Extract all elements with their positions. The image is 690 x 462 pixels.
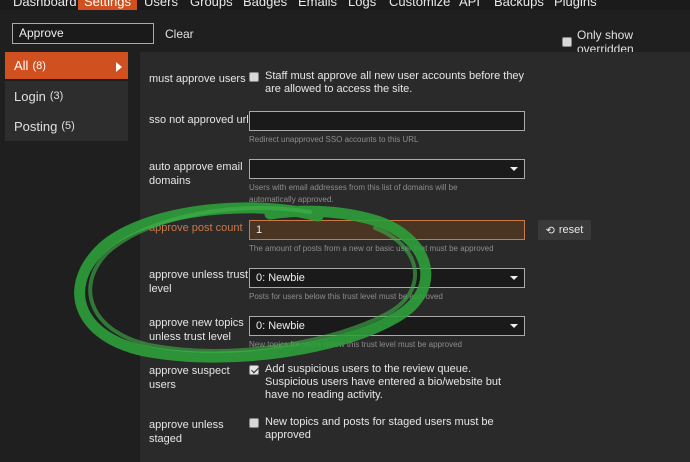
caret-right-icon [116, 62, 122, 72]
settings-list: must approve users Staff must approve al… [140, 52, 690, 462]
approve-unless-staged-checkbox[interactable] [249, 418, 259, 428]
only-overridden-checkbox[interactable] [562, 37, 572, 47]
undo-icon: ⟲ [545, 224, 555, 237]
setting-label: approve unless trust level [149, 269, 249, 295]
sidebar-item-all[interactable]: All (8) [5, 52, 128, 79]
setting-label: approve suspect users [149, 365, 230, 391]
tab-badges[interactable]: Badges [243, 0, 287, 9]
tab-backups[interactable]: Backups [494, 0, 544, 9]
clear-button[interactable]: Clear [165, 27, 194, 41]
tab-logs[interactable]: Logs [348, 0, 376, 9]
caret-down-icon [510, 276, 518, 280]
setting-label: must approve users [149, 73, 246, 85]
approve-post-count-input[interactable]: 1 [249, 220, 525, 240]
setting-description: Posts for users below this trust level m… [249, 292, 443, 301]
tab-api[interactable]: API [459, 0, 480, 9]
sidebar-item-posting[interactable]: Posting (5) [5, 111, 128, 141]
settings-filter-input[interactable]: Approve [12, 23, 154, 44]
admin-nav: Dashboard Settings Users Groups Badges E… [0, 0, 690, 10]
setting-label: approve unless staged [149, 419, 224, 445]
auto-approve-email-domains-select[interactable] [249, 159, 525, 179]
setting-description: Redirect unapproved SSO accounts to this… [249, 135, 419, 144]
setting-label: approve post count [149, 222, 243, 234]
sidebar-item-label: Login [14, 88, 46, 104]
sidebar-item-count: (8) [32, 59, 46, 72]
tab-customize[interactable]: Customize [389, 0, 450, 9]
caret-down-icon [510, 167, 518, 171]
caret-down-icon [510, 324, 518, 328]
setting-description: Add suspicious users to the review queue… [265, 363, 502, 401]
setting-label: auto approve email domains [149, 161, 243, 187]
tab-dashboard[interactable]: Dashboard [13, 0, 77, 9]
setting-label: sso not approved url [149, 114, 249, 126]
sidebar-item-login[interactable]: Login (3) [5, 81, 128, 111]
tab-groups[interactable]: Groups [190, 0, 233, 9]
tab-emails[interactable]: Emails [298, 0, 337, 9]
setting-description: Staff must approve all new user accounts… [265, 70, 525, 95]
approve-suspect-users-checkbox[interactable] [249, 365, 259, 375]
sso-not-approved-url-input[interactable] [249, 111, 525, 131]
setting-description: New topics and posts for staged users mu… [265, 416, 494, 441]
select-value: 0: Newbie [256, 272, 305, 284]
must-approve-users-checkbox[interactable] [249, 72, 259, 82]
setting-description: Users with email addresses from this lis… [249, 183, 458, 204]
select-value: 0: Newbie [256, 320, 305, 332]
sidebar-item-count: (3) [49, 90, 64, 102]
sidebar-item-label: All [14, 58, 29, 73]
tab-plugins[interactable]: Plugins [554, 0, 597, 9]
approve-new-topics-unless-trust-level-select[interactable]: 0: Newbie [249, 316, 525, 336]
setting-description: The amount of posts from a new or basic … [249, 244, 494, 253]
sidebar-item-count: (5) [61, 120, 75, 132]
setting-description: New topics for users below this trust le… [249, 340, 462, 349]
sidebar-item-label: Posting [14, 118, 58, 134]
tab-users[interactable]: Users [144, 0, 178, 9]
approve-unless-trust-level-select[interactable]: 0: Newbie [249, 268, 525, 288]
tab-settings[interactable]: Settings [78, 0, 137, 10]
reset-button[interactable]: ⟲ reset [538, 220, 591, 240]
reset-label: reset [558, 224, 584, 236]
setting-label: approve new topics unless trust level [149, 317, 244, 343]
settings-category-sidebar: All (8) Login (3) Posting (5) [5, 52, 128, 141]
